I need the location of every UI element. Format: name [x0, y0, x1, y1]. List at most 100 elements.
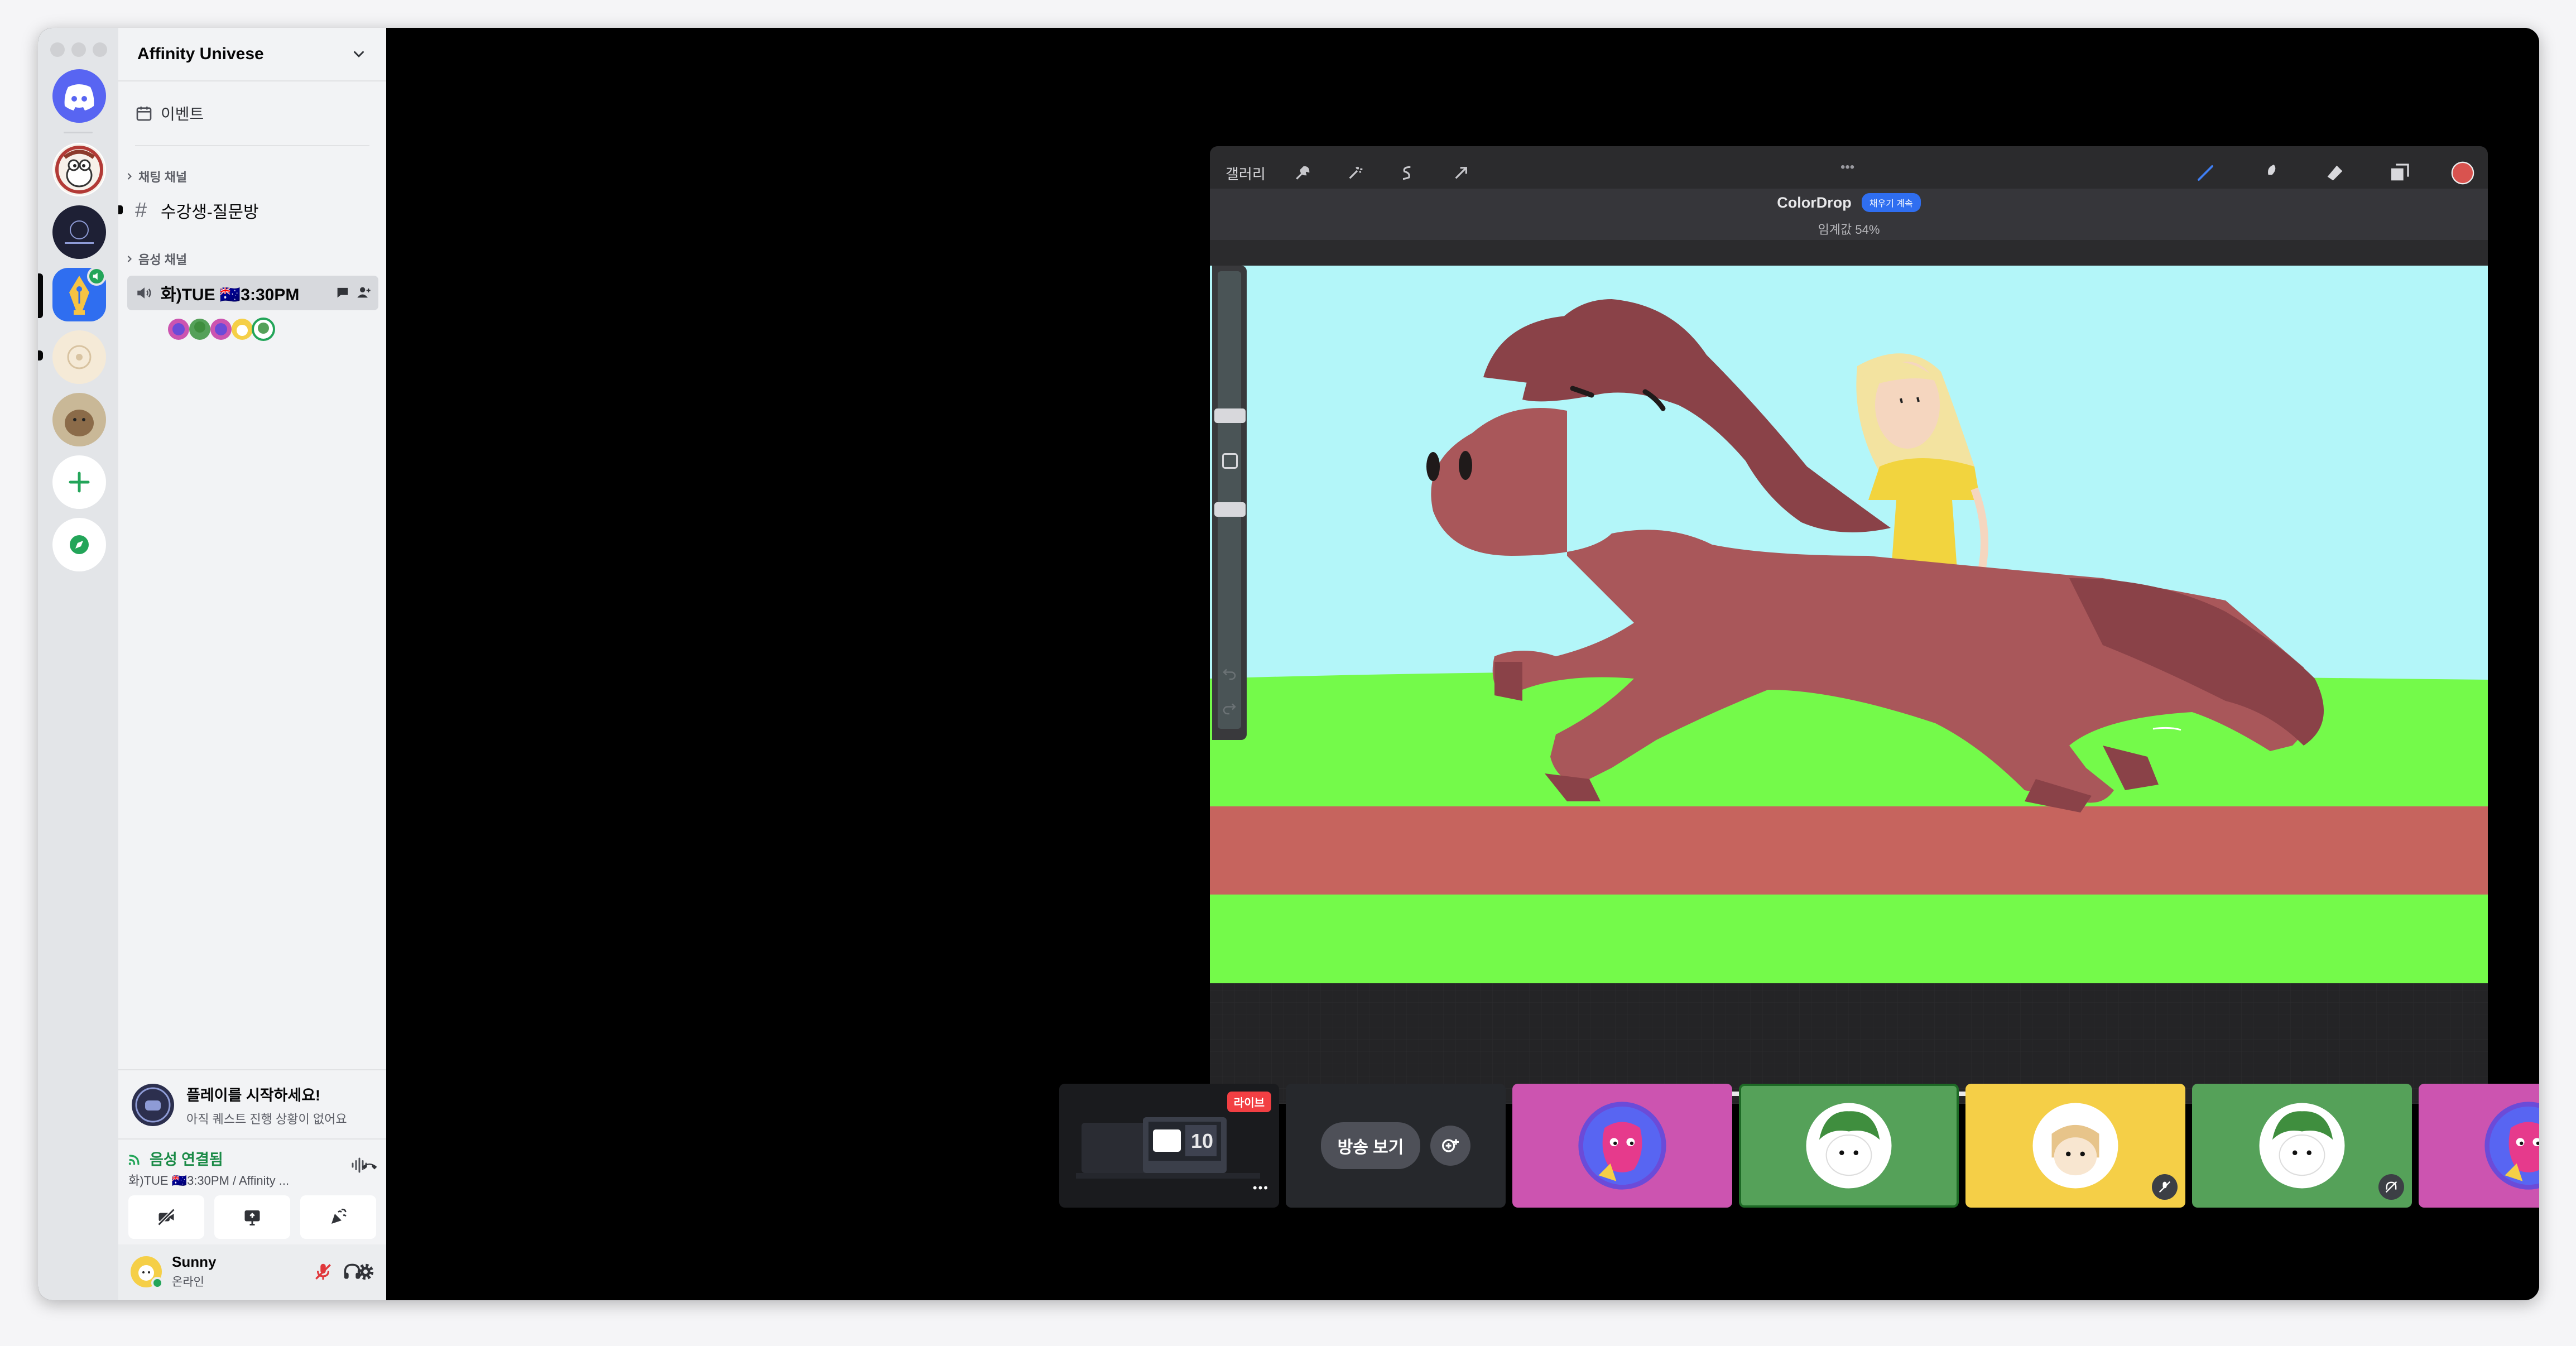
participant-tile-pink[interactable]	[1512, 1084, 1732, 1208]
server-avatar-creature[interactable]	[52, 393, 106, 446]
events-link[interactable]: 이벤트	[135, 100, 204, 126]
opacity-slider-thumb[interactable]	[1214, 502, 1246, 517]
add-view-icon	[1442, 1139, 1459, 1152]
watch-stream-tile[interactable]: 방송 보기	[1286, 1084, 1506, 1208]
discord-window: Affinity Univese 이벤트 채팅 채널 # 수강생-질문방 음성 …	[38, 28, 2539, 1300]
activity-subtitle: 아직 퀘스트 진행 상황이 없어요	[186, 1112, 347, 1126]
user-settings-button[interactable]	[355, 1261, 376, 1285]
participant-avatar-yellow	[2032, 1103, 2118, 1189]
hang-up-icon	[362, 1164, 377, 1170]
server-avatar-dark[interactable]	[52, 205, 106, 259]
user-profile[interactable]: Sunny 온라인	[128, 1253, 216, 1290]
soundboard-icon	[331, 1208, 347, 1224]
rail-separator	[64, 132, 93, 133]
screen-share-button[interactable]	[214, 1195, 290, 1239]
participant-tile-green[interactable]	[2192, 1084, 2412, 1208]
mic-muted-icon	[315, 1263, 331, 1280]
painting-canvas[interactable]	[1210, 266, 2488, 1103]
participant-tile-green-active[interactable]	[1739, 1084, 1959, 1208]
creature-icon	[65, 410, 94, 436]
sun-emblem-icon	[67, 345, 92, 369]
participant-tile-pink-2[interactable]	[2419, 1084, 2539, 1208]
chevron-right-icon	[127, 173, 132, 180]
threshold-label: 임계값 54%	[1818, 223, 1880, 237]
multitask-dots[interactable]: •••	[1840, 152, 1854, 183]
server-avatar-cartoon[interactable]	[52, 143, 106, 196]
layers-icon[interactable]	[2388, 157, 2411, 189]
screen-share-icon	[244, 1210, 260, 1225]
voice-channel-item[interactable]: 화)TUE 🇦🇺3:30PM	[127, 276, 378, 310]
brush-tool-icon[interactable]	[2195, 157, 2215, 189]
redo-icon[interactable]	[1221, 700, 1238, 719]
stream-preview-tile[interactable]: 10 라이브 •••	[1059, 1084, 1279, 1208]
add-server-button[interactable]	[52, 455, 106, 509]
svg-text:10: 10	[1191, 1129, 1213, 1152]
category-label: 채팅 채널	[138, 170, 188, 184]
settings-gear-icon	[357, 1263, 374, 1280]
size-slider-thumb[interactable]	[1214, 408, 1246, 423]
category-text-channels[interactable]: 채팅 채널	[124, 167, 187, 185]
invite-user-icon[interactable]	[356, 285, 372, 303]
activity-card[interactable]: 플레이를 시작하세요! 아직 퀘스트 진행 상황이 없어요	[131, 1083, 347, 1127]
fill-continue-badge[interactable]: 채우기 계속	[1861, 193, 1921, 212]
window-minimize-button[interactable]	[71, 42, 86, 57]
add-stream-button[interactable]	[1430, 1126, 1471, 1166]
colordrop-banner: ColorDrop 채우기 계속 임계값 54%	[1210, 189, 2488, 240]
server-avatar-beige[interactable]	[52, 330, 106, 384]
camera-off-icon	[157, 1208, 175, 1226]
shared-screen-ipad[interactable]: 갤러리 ••• ColorDrop 채우기 계속 임계값 54%	[1210, 146, 2488, 1104]
unread-indicator	[38, 350, 43, 360]
transform-arrow-icon[interactable]	[1452, 157, 1470, 189]
cartoon-face-icon	[54, 144, 105, 195]
undo-icon[interactable]	[1221, 665, 1238, 685]
user-avatar	[131, 1256, 164, 1289]
emblem-icon	[65, 220, 94, 244]
magic-wand-icon[interactable]	[1346, 157, 1364, 189]
camera-toggle-button[interactable]	[128, 1195, 204, 1239]
sidebar-divider	[135, 145, 369, 146]
voice-connected-status[interactable]: 음성 연결됨	[127, 1147, 223, 1169]
hashtag-icon: #	[135, 198, 147, 222]
explore-icon	[70, 535, 89, 554]
window-close-button[interactable]	[50, 42, 65, 57]
server-rail	[38, 28, 118, 1300]
server-name: Affinity Univese	[137, 45, 264, 63]
stream-stage: 갤러리 ••• ColorDrop 채우기 계속 임계값 54% 10 라이브 …	[386, 28, 2539, 1300]
chat-bubble-icon[interactable]	[335, 285, 350, 303]
channel-sidebar: Affinity Univese 이벤트 채팅 채널 # 수강생-질문방 음성 …	[118, 28, 386, 1300]
speaker-icon	[137, 287, 151, 299]
voice-participants	[166, 316, 283, 343]
soundboard-button[interactable]	[300, 1195, 376, 1239]
voice-connected-label: 음성 연결됨	[150, 1151, 223, 1168]
watch-stream-button[interactable]: 방송 보기	[1320, 1122, 1421, 1169]
window-zoom-button[interactable]	[93, 42, 107, 57]
home-button[interactable]	[52, 69, 106, 123]
server-header[interactable]: Affinity Univese	[118, 28, 386, 81]
color-swatch-button[interactable]	[2450, 157, 2476, 189]
speaker-icon	[93, 272, 98, 280]
category-voice-channels[interactable]: 음성 채널	[124, 250, 187, 268]
eraser-tool-icon[interactable]	[2324, 157, 2346, 189]
headphones-off-icon	[2385, 1181, 2397, 1193]
username: Sunny	[172, 1253, 217, 1270]
wrench-icon[interactable]	[1294, 157, 1311, 189]
explore-button[interactable]	[52, 518, 106, 571]
stream-more-button[interactable]: •••	[1253, 1181, 1269, 1195]
voice-connected-detail: 화)TUE 🇦🇺3:30PM / Affinity ...	[128, 1174, 290, 1188]
category-label: 음성 채널	[138, 253, 188, 267]
channel-unread-dot	[118, 205, 123, 214]
mic-muted-icon	[2159, 1181, 2171, 1193]
selection-icon[interactable]	[1398, 157, 1416, 189]
chevron-right-icon	[127, 256, 132, 262]
participant-avatar-pink	[2484, 1102, 2539, 1190]
disconnect-button[interactable]	[359, 1155, 379, 1178]
brush-size-slider[interactable]	[1218, 271, 1241, 729]
participant-tile-yellow[interactable]	[1965, 1084, 2185, 1208]
activity-title: 플레이를 시작하세요!	[186, 1087, 321, 1104]
eyedropper-button[interactable]	[1222, 453, 1238, 469]
smudge-tool-icon[interactable]	[2259, 157, 2281, 189]
text-channel-item[interactable]: # 수강생-질문방	[135, 195, 259, 225]
gallery-button[interactable]: 갤러리	[1225, 157, 1266, 189]
participant-avatars-icon	[168, 318, 275, 341]
mute-button[interactable]	[313, 1261, 334, 1285]
